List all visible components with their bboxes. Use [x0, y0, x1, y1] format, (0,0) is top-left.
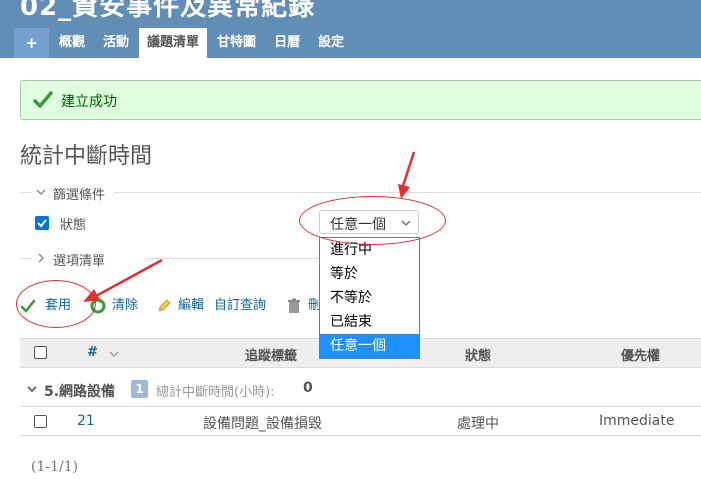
issue-id-link[interactable]: 21	[77, 413, 95, 429]
column-priority[interactable]: 優先權	[621, 345, 660, 364]
chevron-down-icon	[109, 351, 119, 358]
options-legend-label: 選項清單	[53, 254, 106, 269]
group-total-label: 總計中斷時間(小時):	[156, 385, 275, 400]
group-row: 5.網路設備 1 總計中斷時間(小時): 0	[20, 369, 701, 407]
pencil-icon	[158, 299, 171, 312]
status-filter-checkbox[interactable]	[35, 216, 49, 230]
pagination: (1-1/1)	[31, 459, 79, 475]
main-menu: + 概觀 活動 議題清單 甘特圖 日曆 設定	[14, 28, 354, 58]
issue-status: 處理中	[457, 416, 499, 432]
dropdown-option[interactable]: 不等於	[320, 286, 419, 310]
custom-query-button[interactable]: 自訂查詢	[214, 296, 266, 316]
project-title: 02_資安事件及異常紀錄	[20, 0, 316, 22]
issue-tracker: 設備問題_設備損毀	[203, 416, 322, 432]
annotation-ellipse	[299, 196, 446, 245]
chevron-right-icon	[38, 253, 44, 263]
new-object-tab[interactable]: +	[14, 28, 49, 58]
flash-message: 建立成功	[61, 94, 117, 110]
group-count-badge: 1	[131, 380, 148, 398]
project-header: 02_資安事件及異常紀錄 + 概觀 活動 議題清單 甘特圖 日曆 設定	[0, 0, 701, 58]
chevron-down-icon[interactable]	[26, 382, 38, 396]
tab-overview[interactable]: 概觀	[51, 28, 93, 58]
column-status[interactable]: 狀態	[465, 345, 491, 364]
flash-notice: 建立成功	[20, 80, 701, 120]
clear-button[interactable]: 清除	[112, 296, 138, 316]
group-name: 5.網路設備	[44, 384, 116, 400]
status-operator-dropdown: 進行中 等於 不等於 已結束 任意一個	[319, 237, 420, 359]
edit-button[interactable]: 編輯	[178, 296, 204, 316]
status-filter-label: 狀態	[60, 218, 87, 233]
chevron-down-icon	[36, 189, 46, 195]
tab-calendar[interactable]: 日曆	[266, 28, 308, 58]
annotation-ellipse	[16, 280, 96, 328]
column-id[interactable]: #	[87, 345, 98, 360]
tab-settings[interactable]: 設定	[310, 28, 352, 58]
page-title: 統計中斷時間	[20, 144, 153, 169]
dropdown-option[interactable]: 已結束	[320, 310, 419, 334]
tab-activity[interactable]: 活動	[95, 28, 137, 58]
tab-gantt[interactable]: 甘特圖	[209, 28, 264, 58]
filters-legend-label: 篩選條件	[53, 188, 106, 203]
tab-issues[interactable]: 議題清單	[139, 28, 208, 58]
dropdown-option[interactable]: 等於	[320, 262, 419, 286]
column-tracker[interactable]: 追蹤標籤	[245, 345, 297, 364]
select-all-checkbox[interactable]	[34, 346, 47, 359]
checkmark-icon	[33, 91, 53, 108]
trash-icon	[288, 298, 300, 313]
group-total-value: 0	[303, 380, 313, 396]
issue-priority: Immediate	[599, 413, 675, 429]
checkmark-icon	[37, 219, 47, 228]
dropdown-option-selected[interactable]: 任意一個	[320, 334, 419, 358]
row-checkbox[interactable]	[34, 415, 47, 428]
table-row[interactable]: 21 設備問題_設備損毀 處理中 Immediate	[20, 408, 701, 436]
